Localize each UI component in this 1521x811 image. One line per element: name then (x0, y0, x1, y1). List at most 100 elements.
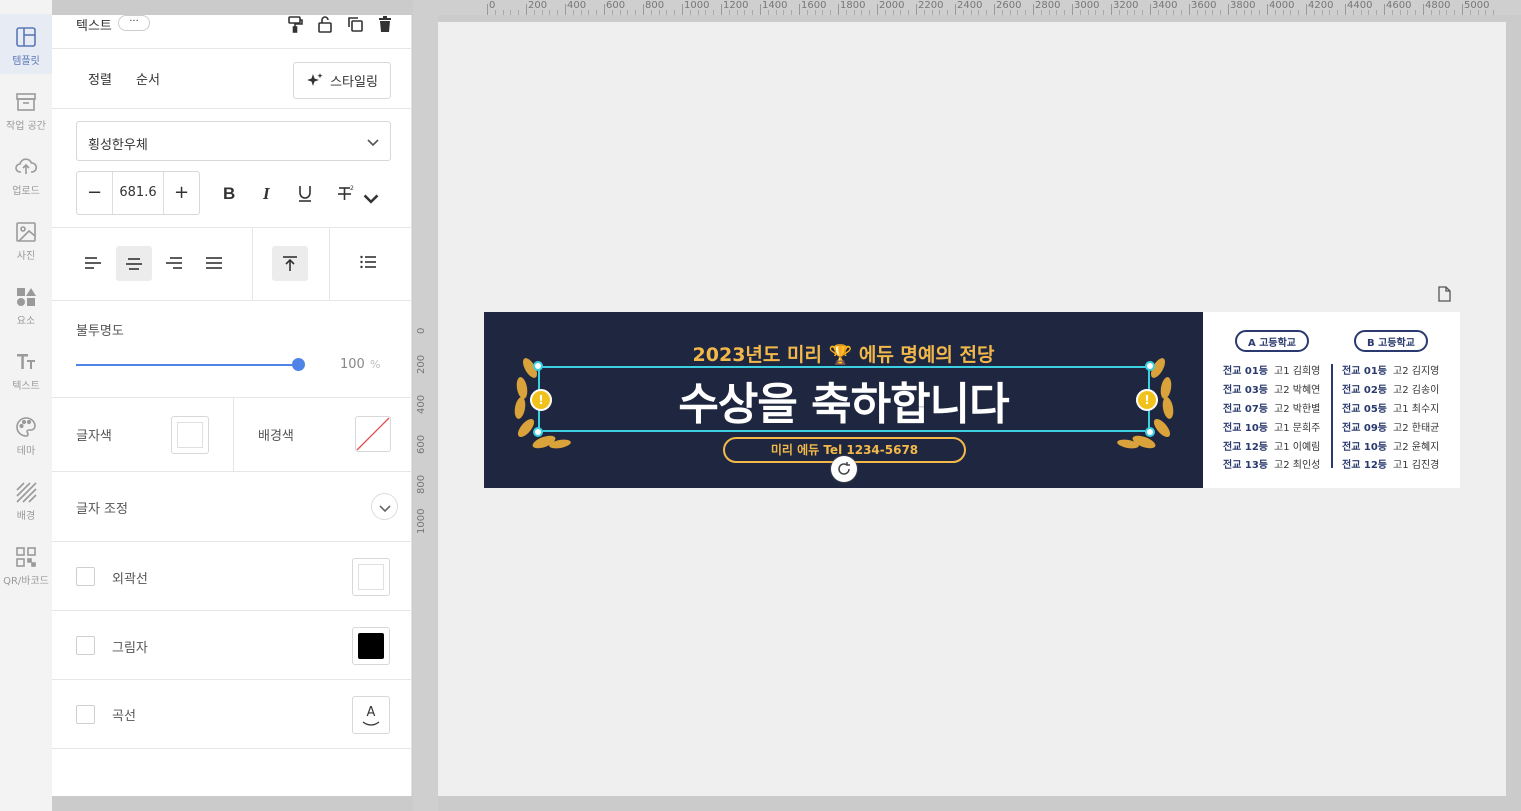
underline-icon (299, 186, 311, 202)
strikethrough-button[interactable]: 2 (335, 182, 357, 204)
align-right-icon (166, 257, 182, 269)
bold-icon: B (223, 184, 235, 202)
rail-label: 사진 (16, 251, 36, 262)
italic-button[interactable]: I (256, 182, 278, 204)
list-item: 전교 07등 고2 박한별 (1223, 404, 1321, 415)
ruler-minor-tick (1298, 10, 1300, 15)
rail-item-upload[interactable]: 업로드 (0, 144, 52, 204)
align-right-button[interactable] (163, 252, 185, 274)
qr-icon (16, 547, 36, 567)
font-size-decrease-button[interactable]: − (77, 172, 113, 214)
color-section: 글자색 배경색 (52, 398, 412, 472)
rail-item-theme[interactable]: 테마 (0, 404, 52, 464)
rotate-handle[interactable] (831, 456, 857, 482)
rail-item-template[interactable]: 템플릿 (0, 14, 52, 74)
font-family-select[interactable]: 횡성한우체 (76, 121, 391, 161)
ruler-tick (643, 4, 644, 15)
background-icon (16, 482, 37, 503)
opacity-slider-thumb[interactable] (292, 358, 305, 371)
tab-order[interactable]: 순서 (136, 69, 160, 88)
opacity-value[interactable]: 100 (340, 357, 365, 372)
more-options-button[interactable]: ··· (118, 15, 150, 31)
ruler-tick (1111, 4, 1112, 15)
duplicate-button[interactable] (344, 13, 366, 35)
text-icon (17, 354, 35, 369)
ruler-label: 2000 (879, 0, 905, 11)
outline-label: 외곽선 (112, 572, 148, 587)
align-left-icon (85, 257, 101, 269)
list-item: 전교 10등 고2 윤혜지 (1342, 442, 1440, 453)
font-size-increase-button[interactable]: + (163, 172, 199, 214)
background-color-swatch[interactable] (355, 416, 391, 452)
vertical-align-top-button[interactable] (272, 246, 308, 281)
styling-button[interactable]: 스타일링 (293, 62, 391, 99)
ruler-tick (1033, 4, 1034, 15)
ruler-minor-tick (830, 10, 832, 15)
list-item: 전교 05등 고1 최수지 (1342, 404, 1440, 415)
rail-item-workspace[interactable]: 작업 공간 (0, 79, 52, 139)
ruler-minor-tick (1103, 10, 1105, 15)
styling-label: 스타일링 (330, 75, 378, 90)
template-icon (16, 27, 36, 47)
list-button[interactable] (357, 251, 379, 273)
rail-label: 요소 (16, 316, 36, 327)
curve-glyph: A (366, 705, 376, 720)
more-text-options-button[interactable] (360, 187, 382, 209)
rail-item-qr[interactable]: QR/바코드 (0, 534, 52, 594)
align-justify-button[interactable] (203, 252, 225, 274)
ruler-minor-tick (1415, 10, 1417, 15)
image-icon (16, 222, 36, 242)
upload-cloud-icon (15, 158, 37, 174)
rail-item-elements[interactable]: 요소 (0, 274, 52, 334)
ruler-tick (721, 4, 722, 15)
font-size-input[interactable]: 681.6 (113, 172, 163, 214)
delete-button[interactable] (374, 13, 396, 35)
ruler-minor-tick (1220, 10, 1222, 15)
rail-item-background[interactable]: 배경 (0, 469, 52, 529)
rail-item-text[interactable]: 텍스트 (0, 339, 52, 399)
copy-icon (348, 17, 363, 32)
text-color-swatch[interactable] (171, 416, 209, 454)
panel-header: 텍스트 ··· (52, 15, 412, 49)
ruler-tick (565, 4, 566, 15)
align-center-button[interactable] (116, 246, 152, 281)
outline-checkbox[interactable] (76, 567, 95, 586)
ruler-minor-tick (666, 10, 668, 15)
underline-button[interactable] (294, 182, 316, 204)
shadow-color-swatch[interactable] (352, 627, 390, 665)
ruler-tick (877, 4, 878, 15)
expand-spacing-button[interactable] (371, 493, 398, 520)
column-divider (1331, 364, 1333, 468)
ruler-tick (1462, 4, 1463, 15)
rail-label: 테마 (16, 446, 36, 457)
rail-label: 템플릿 (12, 56, 40, 67)
bold-button[interactable]: B (218, 182, 240, 204)
letter-spacing-section: 글자 조정 (52, 472, 412, 542)
ruler-tick (526, 4, 527, 15)
ruler-tick (838, 4, 839, 15)
ruler-tick (916, 4, 917, 15)
tab-align[interactable]: 정렬 (88, 69, 112, 88)
font-family-value: 횡성한우체 (88, 138, 148, 153)
ruler-minor-tick (1337, 10, 1339, 15)
curve-settings-button[interactable]: A (352, 696, 390, 734)
ruler-label: 1400 (762, 0, 788, 11)
ruler-tick (1228, 4, 1229, 15)
list-item: 전교 02등 고2 김송이 (1342, 385, 1440, 396)
align-left-button[interactable] (82, 252, 104, 274)
rail-item-photo[interactable]: 사진 (0, 209, 52, 269)
list-item: 전교 01등 고2 김지영 (1342, 366, 1440, 377)
page-icon[interactable] (1437, 286, 1451, 302)
ruler-minor-tick (1181, 10, 1183, 15)
outline-color-swatch[interactable] (352, 558, 390, 596)
curve-checkbox[interactable] (76, 705, 95, 724)
list-item: 전교 10등 고1 문희주 (1223, 423, 1321, 434)
shadow-checkbox[interactable] (76, 636, 95, 655)
opacity-unit: % (370, 358, 381, 371)
lock-button[interactable] (314, 13, 336, 35)
opacity-slider-track[interactable] (76, 364, 299, 366)
format-painter-button[interactable] (284, 13, 306, 35)
rail-label: 업로드 (12, 186, 40, 197)
banner-design[interactable]: 2023년도 미리 🏆 에듀 명예의 전당 ! ! 수상을 축하합니다 미리 에… (484, 312, 1460, 488)
banner-title[interactable]: 수상을 축하합니다 (484, 368, 1203, 432)
